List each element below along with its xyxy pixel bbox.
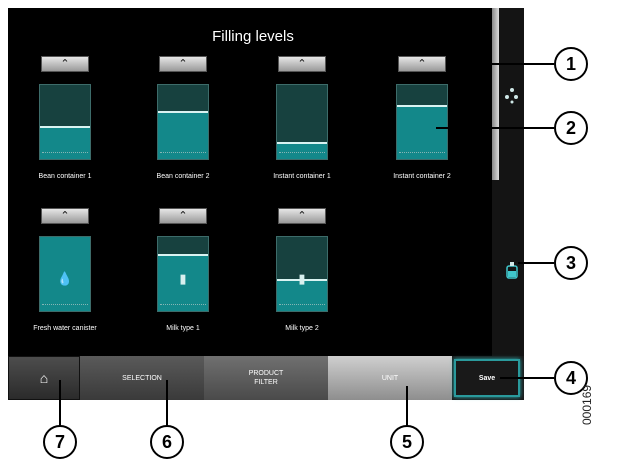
callout-line-2 xyxy=(436,127,554,129)
product-filter-button[interactable]: PRODUCT FILTER xyxy=(204,356,328,400)
up-button-fresh-water-canister[interactable]: ⌃ xyxy=(41,208,89,224)
drops-icon xyxy=(504,86,520,107)
label-fresh-water-canister: Fresh water canister xyxy=(33,325,97,332)
callout-5: 5 xyxy=(390,425,424,459)
up-button-bean-container-1[interactable]: ⌃ xyxy=(41,56,89,72)
label-milk-type-1: Milk type 1 xyxy=(166,325,200,332)
fill-level xyxy=(397,105,447,159)
tank-milk-type-1[interactable]: ▮ xyxy=(157,236,209,312)
callout-line-6 xyxy=(166,380,168,426)
tank-instant-container-1[interactable] xyxy=(276,84,328,160)
milk-bottle-icon: ▮ xyxy=(179,271,187,286)
callout-2: 2 xyxy=(554,111,588,145)
home-button[interactable]: ⌂ xyxy=(8,356,80,400)
home-icon: ⌂ xyxy=(39,369,49,386)
callout-3: 3 xyxy=(554,246,588,280)
fill-level xyxy=(277,142,327,159)
page-title: Filling levels xyxy=(212,28,294,45)
milk-bottle-icon: ▮ xyxy=(298,271,306,286)
callout-7: 7 xyxy=(43,425,77,459)
callout-line-4 xyxy=(500,377,554,379)
callout-line-3 xyxy=(518,262,554,264)
callout-6: 6 xyxy=(150,425,184,459)
tank-fresh-water-canister[interactable]: 💧 xyxy=(39,236,91,312)
up-button-instant-container-2[interactable]: ⌃ xyxy=(398,56,446,72)
label-bean-container-2: Bean container 2 xyxy=(156,173,210,180)
up-button-milk-type-1[interactable]: ⌃ xyxy=(159,208,207,224)
tank-bean-container-2[interactable] xyxy=(157,84,209,160)
selection-button[interactable]: SELECTION xyxy=(80,356,204,400)
bottom-nav-bar: ⌂ SELECTION PRODUCT FILTER UNIT Save xyxy=(8,356,524,400)
up-button-bean-container-2[interactable]: ⌃ xyxy=(159,56,207,72)
up-button-instant-container-1[interactable]: ⌃ xyxy=(278,56,326,72)
tank-instant-container-2[interactable] xyxy=(396,84,448,160)
document-id: 000169 xyxy=(580,384,594,425)
tank-milk-type-2[interactable]: ▮ xyxy=(276,236,328,312)
tank-bean-container-1[interactable] xyxy=(39,84,91,160)
unit-button[interactable]: UNIT xyxy=(328,356,452,400)
label-milk-type-2: Milk type 2 xyxy=(285,325,319,332)
machine-screen: Filling levels ⌃ ⌃ ⌃ ⌃ Bean container 1 … xyxy=(8,8,524,400)
scrollbar[interactable] xyxy=(492,8,499,180)
fill-level xyxy=(40,125,90,159)
water-drop-icon: 💧 xyxy=(56,271,74,286)
callout-line-1 xyxy=(446,63,554,65)
label-instant-container-1: Instant container 1 xyxy=(273,173,331,180)
callout-line-5 xyxy=(406,386,408,426)
side-scroll-panel[interactable] xyxy=(492,8,524,356)
callout-1: 1 xyxy=(554,47,588,81)
label-instant-container-2: Instant container 2 xyxy=(393,173,451,180)
up-button-milk-type-2[interactable]: ⌃ xyxy=(278,208,326,224)
product-filter-label: PRODUCT FILTER xyxy=(248,370,284,386)
label-bean-container-1: Bean container 1 xyxy=(38,173,92,180)
callout-line-7 xyxy=(59,380,61,426)
